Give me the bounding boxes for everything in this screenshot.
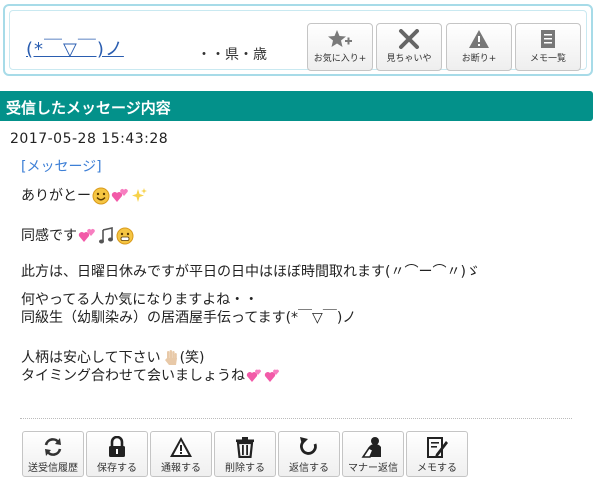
reply-button[interactable]: 返信する — [278, 431, 340, 477]
smile-emoji-icon — [92, 187, 110, 205]
message-text: 同感です — [21, 228, 77, 244]
hearts-emoji-icon — [78, 227, 96, 245]
message-line: 何やってる人か気になりますよね・・ — [21, 291, 581, 309]
hearts-emoji-icon — [246, 367, 282, 385]
trash-icon — [236, 437, 254, 458]
history-label: 送受信履歴 — [28, 463, 78, 474]
location-age: ・・県・歳 — [197, 47, 267, 63]
message-line: 人柄は安心して下さい (笑) — [21, 349, 581, 367]
memo-button[interactable]: メモする — [406, 431, 468, 477]
message-line: 此方は、日曜日休みですが平日の日中はほぼ時間取れます(〃⌒ー⌒〃)ゞ — [21, 263, 581, 281]
refresh-icon — [44, 438, 62, 456]
hide-me-label: 見ちゃいや — [386, 54, 432, 64]
manner-reply-icon — [361, 437, 381, 458]
cross-icon — [399, 29, 419, 49]
reply-label: 返信する — [289, 463, 329, 474]
message-line: ありがとー — [21, 187, 581, 205]
message-timestamp: 2017-05-28 15:43:28 — [10, 131, 169, 147]
report-label: 通報する — [161, 463, 201, 474]
divider — [20, 418, 572, 419]
message-text: 人柄は安心して下さい — [21, 350, 161, 366]
message-text: 此方は、日曜日休みですが平日の日中はほぼ時間取れます(〃⌒ー⌒〃)ゞ — [21, 264, 480, 280]
music-note-icon — [97, 227, 115, 245]
message-text: (笑) — [179, 350, 205, 366]
add-favorite-label: お気に入り+ — [313, 54, 367, 64]
add-block-button[interactable]: お断り+ — [446, 23, 512, 71]
message-text: タイミング合わせて会いましょうね — [21, 368, 245, 384]
message-line: 同感です — [21, 227, 581, 245]
message-body: ありがとー 同感です 此方は、日曜日休みですが平日の日中はほぼ時間取れます(〃⌒… — [21, 187, 581, 385]
save-button[interactable]: 保存する — [86, 431, 148, 477]
profile-card-inner: (*￣▽￣)ノ ・・県・歳 お気に入り+ 見ちゃいや お断り+ メモ一覧 — [9, 10, 587, 71]
manner-reply-label: マナー返信 — [348, 463, 398, 474]
message-line: 同級生（幼馴染み）の居酒屋手伝ってます(*￣▽￣)ノ — [21, 309, 581, 327]
memo-icon — [541, 30, 555, 48]
save-label: 保存する — [97, 463, 137, 474]
lock-icon — [109, 436, 125, 457]
grin-emoji-icon — [116, 227, 134, 245]
delete-label: 削除する — [225, 463, 265, 474]
delete-button[interactable]: 削除する — [214, 431, 276, 477]
palm-hand-icon — [162, 349, 180, 367]
memo-list-label: メモ一覧 — [529, 54, 566, 64]
report-button[interactable]: 通報する — [150, 431, 212, 477]
memo-list-button[interactable]: メモ一覧 — [515, 23, 581, 71]
message-line: タイミング合わせて会いましょうね — [21, 367, 581, 385]
manner-reply-button[interactable]: マナー返信 — [342, 431, 404, 477]
add-favorite-button[interactable]: お気に入り+ — [307, 23, 373, 71]
hide-me-button[interactable]: 見ちゃいや — [376, 23, 442, 71]
history-button[interactable]: 送受信履歴 — [22, 431, 84, 477]
reply-icon — [300, 437, 317, 455]
nickname-link[interactable]: (*￣▽￣)ノ — [26, 35, 124, 61]
hearts-emoji-icon — [111, 187, 129, 205]
message-text: ありがとー — [21, 188, 91, 204]
message-text: 同級生（幼馴染み）の居酒屋手伝ってます(*￣▽￣)ノ — [21, 310, 357, 326]
sparkle-emoji-icon — [130, 187, 148, 205]
memo-label: メモする — [417, 463, 457, 474]
section-title: 受信したメッセージ内容 — [0, 91, 593, 121]
add-block-label: お断り+ — [461, 54, 497, 64]
profile-card: (*￣▽￣)ノ ・・県・歳 お気に入り+ 見ちゃいや お断り+ メモ一覧 — [3, 4, 593, 76]
warning-icon — [170, 437, 192, 457]
warning-icon — [469, 30, 489, 48]
memo-edit-icon — [427, 437, 448, 458]
star-plus-icon — [328, 30, 352, 47]
message-text: 何やってる人か気になりますよね・・ — [21, 292, 259, 308]
message-heading: [メッセージ] — [21, 159, 102, 175]
